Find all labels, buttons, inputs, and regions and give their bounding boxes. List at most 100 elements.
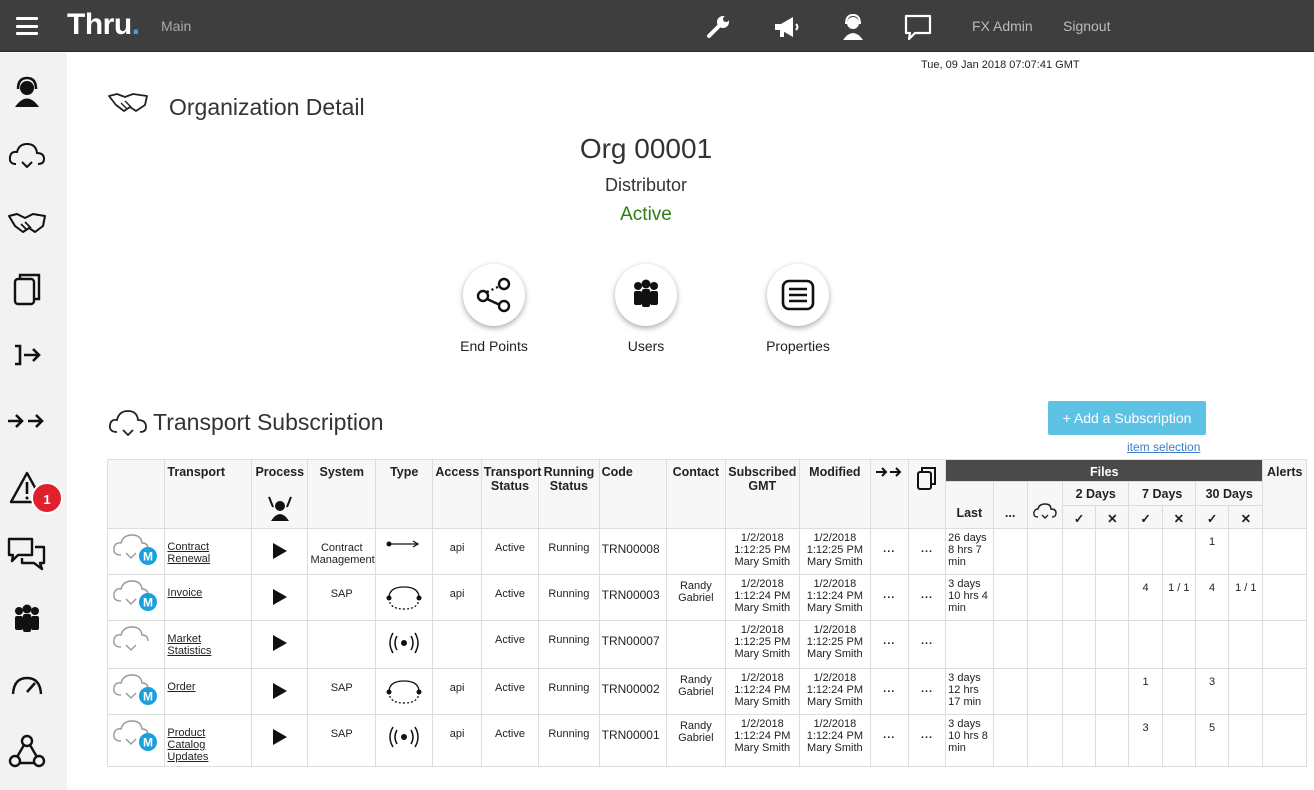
row-transfer-more[interactable]: ...: [869, 574, 909, 621]
th-process[interactable]: Process: [251, 459, 309, 529]
th-transport[interactable]: Transport: [164, 459, 253, 529]
transport-link[interactable]: Contract Renewal: [167, 541, 210, 565]
files-30d-ok-cell[interactable]: 4: [1194, 574, 1230, 621]
support-agent-icon[interactable]: [838, 12, 868, 42]
play-cell[interactable]: [251, 668, 309, 715]
th-more[interactable]: ...: [992, 481, 1028, 529]
network-icon[interactable]: [6, 731, 48, 773]
menu-icon[interactable]: [16, 17, 38, 35]
files-30d-err-cell[interactable]: [1228, 620, 1264, 669]
th-alerts[interactable]: Alerts: [1262, 459, 1307, 529]
files-30d-ok-cell[interactable]: 1: [1194, 528, 1230, 575]
th-documents[interactable]: [907, 459, 947, 529]
row-documents-more[interactable]: ...: [907, 574, 947, 621]
support-agent-icon[interactable]: [6, 71, 48, 113]
cross-icon[interactable]: ✕: [1161, 505, 1196, 529]
gauge-icon[interactable]: [6, 666, 48, 708]
row-documents-more[interactable]: ...: [907, 668, 947, 715]
th-last[interactable]: Last: [945, 481, 994, 529]
check-icon[interactable]: ✓: [1128, 505, 1163, 529]
files-30d-err-cell[interactable]: 1 / 1: [1228, 574, 1264, 621]
files-7d-err-cell[interactable]: [1161, 528, 1196, 575]
row-documents-more[interactable]: ...: [907, 714, 947, 767]
files-7d-err-cell[interactable]: 1 / 1: [1161, 574, 1196, 621]
row-documents-more[interactable]: ...: [907, 528, 947, 575]
files-30d-err-cell[interactable]: [1228, 528, 1264, 575]
th-system[interactable]: System: [307, 459, 376, 529]
add-subscription-button[interactable]: + Add a Subscription: [1048, 401, 1206, 435]
logo[interactable]: Thru.: [67, 8, 140, 42]
table-row[interactable]: M Invoice SAP api Active Running TRN0000…: [106, 574, 1307, 621]
transport-name-cell[interactable]: Market Statistics: [164, 620, 253, 669]
users-group-icon[interactable]: [6, 599, 48, 641]
transport-name-cell[interactable]: Order: [164, 668, 253, 715]
play-cell[interactable]: [251, 574, 309, 621]
properties-button[interactable]: Properties: [738, 264, 858, 354]
handshake-icon[interactable]: [6, 202, 48, 244]
play-cell[interactable]: [251, 714, 309, 767]
breadcrumb[interactable]: Main: [161, 18, 191, 34]
transport-name-cell[interactable]: Product Catalog Updates: [164, 714, 253, 767]
play-icon[interactable]: [272, 634, 288, 652]
row-transfer-more[interactable]: ...: [869, 528, 909, 575]
files-7d-ok-cell[interactable]: [1128, 620, 1163, 669]
files-7d-ok-cell[interactable]: 1: [1128, 668, 1163, 715]
check-icon[interactable]: ✓: [1194, 505, 1230, 529]
transport-name-cell[interactable]: Invoice: [164, 574, 253, 621]
play-cell[interactable]: [251, 528, 309, 575]
files-30d-ok-cell[interactable]: [1194, 620, 1230, 669]
files-7d-err-cell[interactable]: [1161, 714, 1196, 767]
transport-link[interactable]: Order: [167, 681, 195, 693]
check-icon[interactable]: ✓: [1061, 505, 1097, 529]
item-selection-link[interactable]: item selection: [1127, 440, 1200, 454]
files-30d-err-cell[interactable]: [1228, 714, 1264, 767]
th-transport-status[interactable]: Transport Status: [480, 459, 541, 529]
files-30d-ok-cell[interactable]: 5: [1194, 714, 1230, 767]
th-type[interactable]: Type: [374, 459, 434, 529]
wrench-icon[interactable]: [703, 12, 733, 42]
files-7d-ok-cell[interactable]: 3: [1128, 714, 1163, 767]
th-transfer[interactable]: [869, 459, 909, 529]
cross-icon[interactable]: ✕: [1228, 505, 1264, 529]
th-modified[interactable]: Modified: [799, 459, 871, 529]
transport-link[interactable]: Invoice: [167, 587, 202, 599]
files-30d-err-cell[interactable]: [1228, 668, 1264, 715]
files-7d-ok-cell[interactable]: 4: [1128, 574, 1163, 621]
th-cloud[interactable]: [1026, 481, 1064, 529]
th-access[interactable]: Access: [432, 459, 482, 529]
transport-link[interactable]: Market Statistics: [167, 633, 211, 657]
row-documents-more[interactable]: ...: [907, 620, 947, 669]
play-icon[interactable]: [272, 588, 288, 606]
play-icon[interactable]: [272, 682, 288, 700]
documents-icon[interactable]: [6, 269, 48, 311]
table-row[interactable]: M Order SAP api Active Running TRN00002 …: [106, 668, 1307, 715]
files-7d-err-cell[interactable]: [1161, 620, 1196, 669]
transport-link[interactable]: Product Catalog Updates: [167, 727, 208, 763]
play-icon[interactable]: [272, 542, 288, 560]
fx-admin-link[interactable]: FX Admin: [972, 18, 1033, 34]
th-contact[interactable]: Contact: [666, 459, 726, 529]
transport-name-cell[interactable]: Contract Renewal: [164, 528, 253, 575]
th-code[interactable]: Code: [598, 459, 668, 529]
table-row[interactable]: M Contract Renewal Contract Management api…: [106, 528, 1307, 575]
cloud-sync-icon[interactable]: [6, 136, 48, 178]
row-transfer-more[interactable]: ...: [869, 714, 909, 767]
signout-link[interactable]: Signout: [1063, 18, 1110, 34]
end-points-button[interactable]: End Points: [434, 264, 554, 354]
table-row[interactable]: M Product Catalog Updates SAP api Active R…: [106, 714, 1307, 767]
chat-icon[interactable]: [903, 12, 933, 42]
files-7d-err-cell[interactable]: [1161, 668, 1196, 715]
megaphone-icon[interactable]: [771, 12, 801, 42]
transfer-arrows-icon[interactable]: [6, 400, 48, 442]
cross-icon[interactable]: ✕: [1095, 505, 1130, 529]
row-transfer-more[interactable]: ...: [869, 620, 909, 669]
files-7d-ok-cell[interactable]: [1128, 528, 1163, 575]
table-row[interactable]: Market Statistics Active Running TRN00007…: [106, 620, 1307, 669]
play-icon[interactable]: [272, 728, 288, 746]
conversation-icon[interactable]: [6, 533, 48, 575]
play-cell[interactable]: [251, 620, 309, 669]
files-30d-ok-cell[interactable]: 3: [1194, 668, 1230, 715]
th-running-status[interactable]: Running Status: [538, 459, 600, 529]
sign-in-icon[interactable]: [6, 334, 48, 376]
th-subscribed[interactable]: Subscribed GMT: [724, 459, 801, 529]
